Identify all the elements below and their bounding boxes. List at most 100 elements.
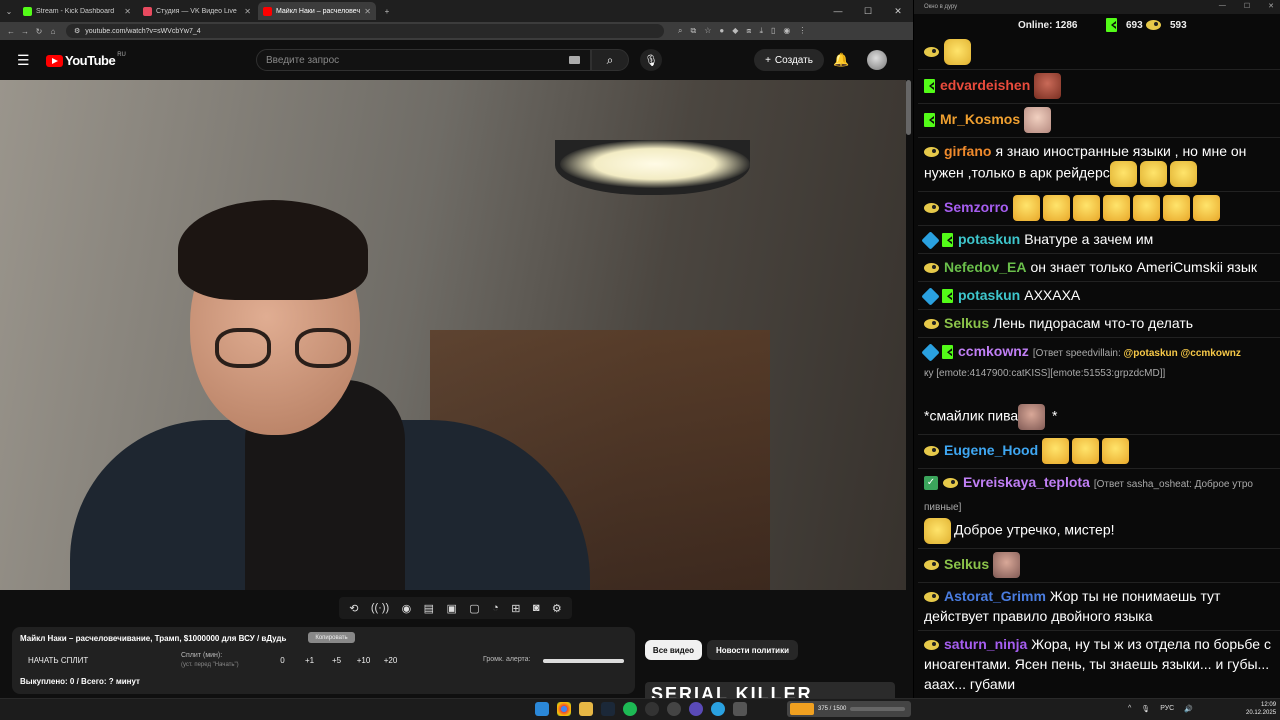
tab-search-icon[interactable]: ⌄ — [0, 2, 18, 20]
new-tab-button[interactable]: + — [378, 2, 396, 20]
site-info-icon[interactable]: ⚙ — [74, 27, 80, 35]
telegram-icon[interactable] — [711, 702, 725, 716]
close-window-icon[interactable]: ✕ — [883, 0, 913, 22]
plus-5-button[interactable]: +5 — [323, 656, 350, 665]
page-scrollbar[interactable] — [906, 80, 911, 135]
youtube-header: ☰ YouTube RU Введите запрос ⌕ 🎙 + Создат… — [0, 40, 913, 80]
hamburger-menu-icon[interactable]: ☰ — [17, 53, 30, 67]
voice-search-button[interactable]: 🎙 — [640, 49, 662, 71]
extensions-puzzle-icon[interactable]: ⧈ — [746, 26, 751, 36]
sidebar-icon[interactable]: ▯ — [771, 26, 775, 36]
minimize-icon[interactable]: — — [1219, 2, 1226, 10]
steam-icon[interactable] — [601, 702, 615, 716]
start-split-button[interactable]: НАЧАТЬ СПЛИТ — [28, 656, 88, 665]
clock[interactable]: 12:09 20.12.2025 — [1246, 701, 1276, 717]
alert-volume-slider[interactable] — [543, 659, 624, 663]
explorer-icon[interactable] — [579, 702, 593, 716]
chat-username[interactable]: Semzorro — [944, 199, 1009, 215]
camera-icon[interactable]: ◙ — [533, 602, 540, 614]
chat-message: Selkus — [918, 549, 1280, 583]
chat-username[interactable]: ccmkownz — [958, 343, 1029, 359]
download-icon[interactable]: ⤓ — [759, 26, 763, 36]
gear-icon[interactable]: ⚙ — [552, 602, 562, 615]
tab-vk-studio[interactable]: Студия — VK Видео Live ✕ — [138, 2, 256, 20]
online-count: 1286 — [1055, 19, 1078, 31]
eye-icon[interactable]: ◉ — [402, 602, 412, 615]
bookmark-star-icon[interactable]: ☆ — [704, 26, 711, 36]
chat-username[interactable]: Eugene_Hood — [944, 442, 1038, 458]
maximize-icon[interactable]: ☐ — [1244, 2, 1250, 10]
start-icon[interactable] — [535, 702, 549, 716]
chrome-icon[interactable] — [557, 702, 571, 716]
chat-emote — [1018, 404, 1046, 430]
create-button[interactable]: + Создать — [754, 49, 824, 71]
split-label: Сплит (мин): — [181, 652, 223, 659]
add-clip-icon[interactable]: ⊞ — [511, 602, 520, 615]
cast-icon[interactable]: ⧉ — [690, 26, 696, 36]
taskbar-media-widget[interactable]: 375 / 1500 — [787, 701, 911, 717]
split-panel: Майкл Наки – расчеловечивание, Трамп, $1… — [12, 627, 635, 694]
maximize-icon[interactable]: ☐ — [853, 0, 883, 22]
chat-emote — [1012, 195, 1040, 221]
recommended-thumbnail[interactable]: SERIAL KILLER — [645, 682, 895, 698]
chat-username[interactable]: Evreiskaya_teplota — [963, 474, 1090, 490]
video-player[interactable] — [0, 80, 906, 590]
spotify-icon[interactable] — [623, 702, 637, 716]
address-bar[interactable]: ⚙ youtube.com/watch?v=sWVcbYw7_4 — [66, 24, 664, 38]
zoom-icon[interactable]: ⌕ — [678, 26, 682, 36]
notifications-bell-icon[interactable]: 🔔 — [833, 52, 849, 68]
chip-politics-news[interactable]: Новости политики — [707, 640, 798, 660]
obs-icon[interactable] — [645, 702, 659, 716]
minimize-icon[interactable]: — — [823, 0, 853, 22]
chat-username[interactable]: potaskun — [958, 287, 1020, 303]
home-icon[interactable]: ⌂ — [46, 27, 60, 36]
app-icon[interactable] — [667, 702, 681, 716]
plus-10-button[interactable]: +10 — [350, 656, 377, 665]
mic-icon[interactable]: 🎙 — [1141, 705, 1150, 713]
chat-username[interactable]: Nefedov_EA — [944, 259, 1026, 275]
clapper-icon[interactable]: ▤ — [424, 602, 434, 615]
extension-icon[interactable]: ◆ — [732, 26, 738, 36]
chat-username[interactable]: Selkus — [944, 556, 989, 572]
chat-username[interactable]: Mr_Kosmos — [940, 111, 1020, 127]
language-indicator[interactable]: РУС — [1160, 705, 1174, 713]
alert-volume-label: Громк. алерта: — [483, 656, 531, 663]
copy-button[interactable]: Копировать — [308, 632, 355, 643]
chip-all-videos[interactable]: Все видео — [645, 640, 702, 660]
chat-username[interactable]: edvardeishen — [940, 77, 1030, 93]
broadcast-icon[interactable]: ((·)) — [371, 602, 389, 614]
chat-username[interactable]: girfano — [944, 143, 991, 159]
loop-icon[interactable]: ⟲ — [349, 602, 358, 615]
keyboard-icon[interactable] — [569, 56, 580, 64]
plus-1-button[interactable]: +1 — [296, 656, 323, 665]
close-icon[interactable]: ✕ — [1268, 2, 1274, 10]
back-icon[interactable]: ← — [4, 27, 18, 36]
chat-username[interactable]: Astorat_Grimm — [944, 588, 1046, 604]
chat-username[interactable]: Selkus — [944, 315, 989, 331]
search-input[interactable]: Введите запрос — [256, 49, 591, 71]
frame-icon[interactable]: ▢ — [469, 602, 479, 615]
extension-icon[interactable]: ● — [719, 26, 724, 36]
avatar[interactable] — [867, 50, 887, 70]
plus-20-button[interactable]: +20 — [377, 656, 404, 665]
menu-dots-icon[interactable]: ⋮ — [798, 26, 806, 36]
chat-window-titlebar: Окно в дуру — ☐ ✕ — [914, 0, 1280, 14]
picture-in-picture-icon[interactable]: ▣ — [446, 602, 456, 615]
reload-icon[interactable]: ↻ — [32, 27, 46, 36]
tab-kick-dashboard[interactable]: Stream - Kick Dashboard ✕ — [18, 2, 136, 20]
chevron-up-icon[interactable]: ^ — [1128, 705, 1131, 713]
youtube-logo[interactable]: YouTube RU — [46, 52, 126, 68]
media-player-icon[interactable] — [689, 702, 703, 716]
chat-username[interactable]: saturn_ninja — [944, 636, 1027, 652]
close-icon[interactable]: ✕ — [244, 7, 251, 16]
speed-icon[interactable]: ◔ — [492, 602, 499, 614]
volume-icon[interactable]: 🔊 — [1184, 705, 1193, 713]
chat-username[interactable]: potaskun — [958, 231, 1020, 247]
settings-icon[interactable] — [733, 702, 747, 716]
close-icon[interactable]: ✕ — [124, 7, 131, 16]
profile-icon[interactable]: ◉ — [783, 26, 790, 36]
close-icon[interactable]: ✕ — [364, 7, 371, 16]
search-button[interactable]: ⌕ — [591, 49, 629, 71]
forward-icon[interactable]: → — [18, 27, 32, 36]
tab-youtube-video[interactable]: Майкл Наки – расчеловечи... ✕ — [258, 2, 376, 20]
